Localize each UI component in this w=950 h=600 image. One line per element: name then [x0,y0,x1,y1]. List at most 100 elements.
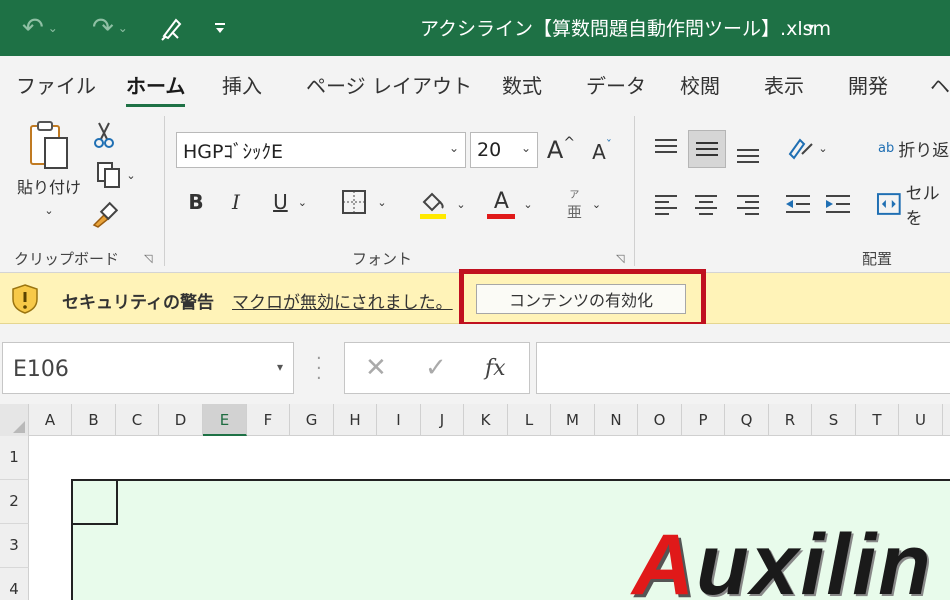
column-header[interactable]: N [595,404,638,436]
vertical-dots-icon[interactable]: · · · [316,350,322,388]
format-painter-button[interactable] [88,200,120,230]
merge-cells-icon [876,193,901,215]
bold-button[interactable]: B [182,186,210,218]
tab-view[interactable]: 表示 [764,70,804,99]
cancel-icon[interactable]: ✕ [365,353,387,383]
borders-button[interactable]: ⌄ [334,186,394,218]
clipboard-launcher-icon[interactable]: ◹ [144,252,152,265]
copy-icon [97,162,121,188]
select-all-button[interactable] [0,404,29,436]
column-header[interactable]: I [377,404,421,436]
tab-help[interactable]: ヘ [930,70,950,99]
enter-icon[interactable]: ✓ [425,353,447,383]
tab-developer[interactable]: 開発 [848,70,888,99]
column-header[interactable]: L [508,404,551,436]
cut-button[interactable] [90,120,118,150]
column-header[interactable]: H [334,404,377,436]
title-bar: ↶ ⌄ ↷ ⌄ アクシライン【算数問題自動作問ツール】.xlsm ▾ [0,0,950,56]
column-header[interactable]: R [769,404,812,436]
column-header[interactable]: T [856,404,899,436]
row-header[interactable]: 2 [0,480,29,524]
decrease-indent-button[interactable] [780,186,816,222]
align-center-button[interactable] [688,186,724,222]
align-left-icon [655,195,677,215]
pen-brush-icon [161,18,182,41]
merge-center-button[interactable]: セルを [876,184,950,229]
column-header[interactable]: S [812,404,856,436]
column-header[interactable]: P [682,404,725,436]
paste-button[interactable]: 貼り付け ⌄ [14,120,84,230]
align-middle-button[interactable] [688,130,726,168]
chevron-down-icon: ⌄ [297,195,307,209]
chevron-down-icon: ⌄ [448,141,459,155]
column-header[interactable]: F [247,404,290,436]
align-right-button[interactable] [730,186,766,222]
worksheet-grid[interactable]: A B C D E F G H I J K L M N O P Q R S T … [0,404,950,600]
security-warning-title: セキュリティの警告 [62,293,214,313]
macro-disabled-link[interactable]: マクロが無効にされました。 [232,288,453,313]
italic-button[interactable]: I [222,186,250,218]
column-header[interactable]: O [638,404,682,436]
increase-indent-button[interactable] [820,186,856,222]
row-header[interactable]: 3 [0,524,29,568]
tab-insert[interactable]: 挿入 [222,70,262,99]
chevron-down-icon: ⌄ [591,197,602,211]
customize-qat-button[interactable] [212,12,228,44]
row-header[interactable]: 1 [0,436,29,480]
fill-bucket-icon [420,192,447,219]
row-header[interactable]: 4 [0,568,29,600]
phonetic-guide-button[interactable]: ア 亜 ⌄ [556,184,612,224]
column-header-selected[interactable]: E [203,404,247,436]
font-size-combo[interactable]: 20 ⌄ [470,132,538,168]
font-name-combo[interactable]: HGPｺﾞｼｯｸE ⌄ [176,132,466,168]
underline-button[interactable]: U ⌄ [262,186,318,218]
column-header[interactable]: U [899,404,943,436]
formula-input[interactable] [536,342,950,394]
chevron-down-icon: ⌄ [44,204,54,217]
font-launcher-icon[interactable]: ◹ [616,252,624,265]
chevron-down-icon: ⌄ [523,197,533,211]
undo-button[interactable]: ↶ ⌄ [22,12,58,44]
wrap-text-button[interactable]: ab 折り返 [878,130,950,166]
copy-button[interactable]: ⌄ [88,160,144,190]
name-box-value: E106 [13,357,69,382]
column-header[interactable]: M [551,404,595,436]
tab-page-layout[interactable]: ページ レイアウト [306,70,472,99]
decrease-font-button[interactable]: Aˇ [586,136,618,168]
tab-data[interactable]: データ [586,70,646,99]
enable-content-highlight [459,269,706,327]
window-title[interactable]: アクシライン【算数問題自動作問ツール】.xlsm [420,14,831,41]
column-header[interactable]: B [72,404,116,436]
column-header[interactable]: C [116,404,159,436]
tab-formulas[interactable]: 数式 [502,70,542,99]
format-painter-icon [92,201,118,228]
tab-review[interactable]: 校閲 [680,70,720,99]
orientation-button[interactable]: ⌄ [782,130,832,166]
align-top-button[interactable] [648,130,684,166]
chevron-down-icon: ⌄ [117,21,128,35]
align-bottom-button[interactable] [730,134,766,170]
chevron-down-icon: ⌄ [47,21,58,35]
increase-indent-icon [826,195,850,213]
column-header[interactable]: A [29,404,72,436]
insert-function-icon[interactable]: fx [485,356,506,381]
fill-color-button[interactable]: ⌄ [412,186,472,222]
column-header[interactable]: D [159,404,203,436]
redo-button[interactable]: ↷ ⌄ [92,12,128,44]
tab-file[interactable]: ファイル [16,70,96,99]
format-painter-quick-button[interactable] [158,12,186,44]
column-header[interactable]: G [290,404,334,436]
font-color-button[interactable]: A ⌄ [480,186,540,222]
tab-home[interactable]: ホーム [126,70,186,107]
logo-first-letter: A [632,517,697,600]
align-left-button[interactable] [648,186,684,222]
column-header[interactable]: Q [725,404,769,436]
column-header[interactable]: K [464,404,508,436]
increase-font-button[interactable]: A ^ [544,132,578,168]
title-caret-icon[interactable]: ▾ [808,20,814,34]
chevron-down-icon: ⌄ [520,141,531,155]
wrap-text-label: 折り返 [898,140,950,161]
name-box[interactable]: E106 ▾ [2,342,294,394]
column-header[interactable]: J [421,404,464,436]
redo-icon: ↷ [92,13,114,43]
